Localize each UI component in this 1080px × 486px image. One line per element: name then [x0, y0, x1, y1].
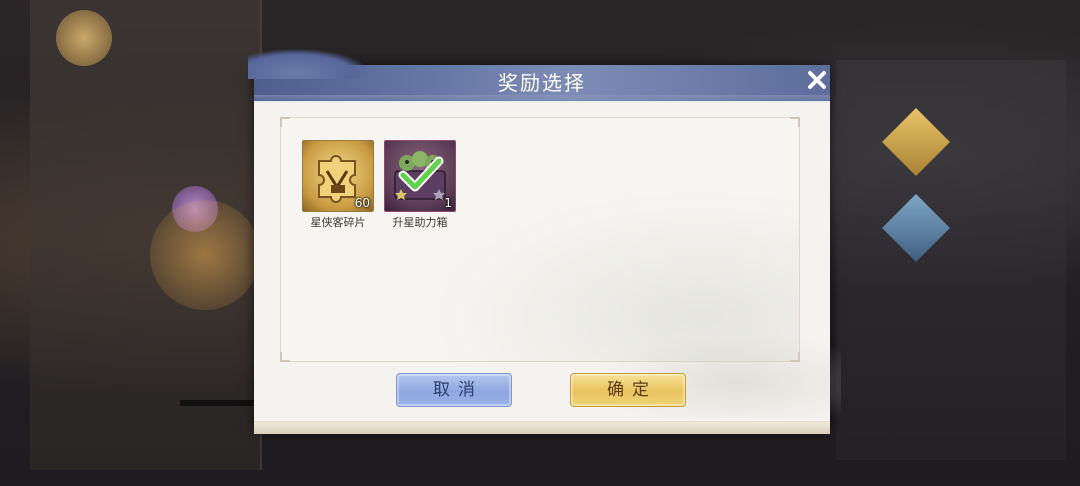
frame-corner — [280, 117, 290, 127]
cancel-button[interactable]: 取消 — [396, 373, 512, 407]
puzzle-piece-icon: 60 — [302, 140, 374, 212]
background-glow — [150, 200, 260, 310]
frame-corner — [790, 117, 800, 127]
item-count: 1 — [444, 196, 452, 210]
dialog-title: 奖励选择 — [498, 71, 586, 95]
close-icon — [808, 71, 826, 89]
reward-item-selected[interactable]: 1 升星助力箱 — [384, 140, 456, 229]
item-count: 60 — [354, 196, 370, 210]
confirm-button[interactable]: 确定 — [570, 373, 686, 407]
item-name: 升星助力箱 — [392, 216, 448, 229]
close-button[interactable] — [802, 65, 832, 95]
dialog-bottom-border — [254, 421, 830, 434]
reward-item[interactable]: 60 星侠客碎片 — [302, 140, 374, 229]
frame-corner — [280, 352, 290, 362]
reward-list-frame: 60 星侠客碎片 1 升星助力箱 — [280, 117, 841, 418]
item-name: 星侠客碎片 — [310, 216, 366, 229]
background-avatar — [56, 10, 112, 66]
background-progress-bar — [180, 400, 255, 406]
star-box-icon: 1 — [384, 140, 456, 212]
background-panel-right — [836, 60, 1066, 460]
reward-select-dialog: 奖励选择 60 星侠客碎片 1 升星助力箱 取消 确定 — [248, 49, 841, 434]
